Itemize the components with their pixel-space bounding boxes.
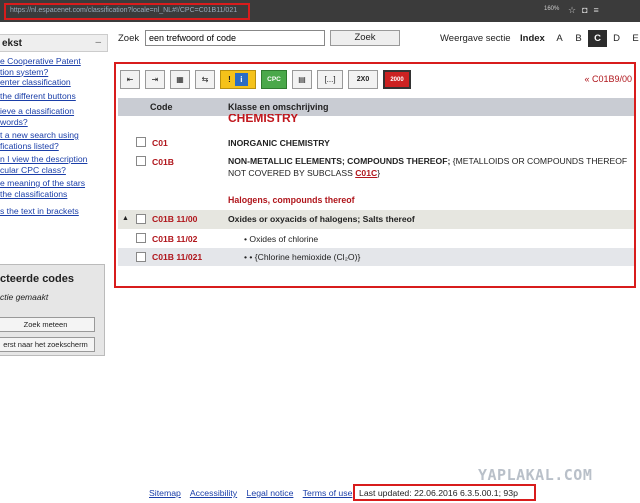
tree-icon: ▦ bbox=[176, 75, 184, 84]
row-checkbox[interactable] bbox=[136, 156, 146, 166]
help-link-new-search[interactable]: t a new search using fications listed? bbox=[0, 130, 108, 151]
browser-toolbar: https://nl.espacenet.com/classification?… bbox=[0, 0, 640, 22]
menu-icon[interactable]: ≡ bbox=[594, 5, 605, 15]
watermark: YAPLAKAL.COM bbox=[478, 466, 593, 484]
footer-links: Sitemap Accessibility Legal notice Terms… bbox=[149, 488, 359, 498]
arrow-left-icon: ⇤ bbox=[126, 75, 134, 84]
class-code[interactable]: C01B 11/021 bbox=[152, 252, 202, 262]
last-updated-info: Last updated: 22.06.2016 6.3.5.00.1; 93p bbox=[353, 484, 536, 501]
section-letter-e[interactable]: E bbox=[626, 30, 640, 47]
search-bar: Zoek Zoek Weergave sectie Index A B C D … bbox=[118, 30, 640, 48]
selected-codes-status: ctie gemaakt bbox=[0, 292, 49, 302]
help-link-brackets[interactable]: s the text in brackets bbox=[0, 206, 108, 217]
class-description: • Oxides of chlorine bbox=[244, 234, 319, 244]
group-title: Halogens, compounds thereof bbox=[228, 195, 355, 205]
index-link[interactable]: Index bbox=[520, 33, 545, 44]
row-checkbox[interactable] bbox=[136, 252, 146, 262]
parent-class-link[interactable]: « C01B9/00 bbox=[584, 74, 632, 84]
row-checkbox[interactable] bbox=[136, 233, 146, 243]
class-description-main: NON-METALLIC ELEMENTS; COMPOUNDS THEREOF… bbox=[228, 156, 451, 166]
table-row: C01B 11/021 • • {Chlorine hemioxide (Cl₂… bbox=[118, 248, 634, 266]
class-code[interactable]: C01 bbox=[152, 138, 168, 148]
star-icon[interactable]: ☆ bbox=[568, 5, 582, 15]
help-link-buttons[interactable]: the different buttons bbox=[0, 91, 108, 102]
section-title-partial: CHEMISTRY bbox=[228, 114, 299, 122]
swap-view-button[interactable]: ⇆ bbox=[195, 70, 215, 89]
search-now-button[interactable]: Zoek meteen bbox=[0, 317, 95, 332]
class-description: NON-METALLIC ELEMENTS; COMPOUNDS THEREOF… bbox=[228, 155, 628, 179]
shield-icon[interactable]: ◘ bbox=[582, 5, 593, 15]
row-checkbox[interactable] bbox=[136, 214, 146, 224]
class-description: INORGANIC CHEMISTRY bbox=[228, 138, 330, 148]
help-link-description[interactable]: n I view the description cular CPC class… bbox=[0, 154, 108, 175]
2000-button[interactable]: 2000 bbox=[383, 70, 411, 89]
search-label: Zoek bbox=[118, 33, 140, 44]
table-row: C01B NON-METALLIC ELEMENTS; COMPOUNDS TH… bbox=[118, 154, 634, 184]
table-header: Code Klasse en omschrijving bbox=[118, 98, 634, 116]
browser-icons: ☆◘≡ bbox=[568, 5, 605, 16]
collapse-all-button[interactable]: ⇤ bbox=[120, 70, 140, 89]
table-row: ▲ C01B 11/00 Oxides or oxyacids of halog… bbox=[118, 210, 634, 229]
sitemap-link[interactable]: Sitemap bbox=[149, 488, 181, 498]
section-view-label: Weergave sectie bbox=[440, 33, 511, 44]
subclass-reference-link[interactable]: C01C bbox=[355, 168, 377, 178]
zoom-level[interactable]: 160% bbox=[544, 6, 559, 12]
help-panel-title: ekst bbox=[2, 38, 23, 49]
class-code[interactable]: C01B bbox=[152, 157, 174, 167]
terms-of-use-link[interactable]: Terms of use bbox=[303, 488, 353, 498]
class-description: • • {Chlorine hemioxide (Cl₂O)} bbox=[244, 252, 361, 262]
calculator-button[interactable]: ▤ bbox=[292, 70, 312, 89]
grid-icon: ▤ bbox=[298, 75, 306, 84]
copy-to-search-button[interactable]: erst naar het zoekscherm bbox=[0, 337, 95, 352]
selected-codes-title: cteerde codes bbox=[0, 273, 74, 285]
section-letters: A B C D E bbox=[550, 30, 640, 47]
table-row: C01B 11/02 • Oxides of chlorine bbox=[118, 230, 634, 247]
warning-icon: ! bbox=[228, 75, 231, 84]
code-column-header: Code bbox=[150, 102, 173, 112]
info-icon: i bbox=[234, 73, 248, 86]
accessibility-link[interactable]: Accessibility bbox=[190, 488, 237, 498]
notes-button[interactable]: ! i bbox=[220, 70, 256, 89]
table-row: C01 INORGANIC CHEMISTRY bbox=[118, 135, 634, 151]
brackets-button[interactable]: [...] bbox=[317, 70, 343, 89]
cpc-button[interactable]: CPC bbox=[261, 70, 287, 89]
expand-all-button[interactable]: ⇥ bbox=[145, 70, 165, 89]
tree-view-button[interactable]: ▦ bbox=[170, 70, 190, 89]
expand-triangle-icon[interactable]: ▲ bbox=[122, 215, 129, 222]
selected-codes-box: cteerde codes ctie gemaakt Zoek meteen e… bbox=[0, 264, 105, 356]
legal-notice-link[interactable]: Legal notice bbox=[247, 488, 294, 498]
section-letter-a[interactable]: A bbox=[550, 30, 569, 47]
classification-toolbar: ⇤ ⇥ ▦ ⇆ ! i CPC ▤ [...] 2X0 2000 bbox=[120, 70, 416, 90]
section-letter-b[interactable]: B bbox=[569, 30, 588, 47]
description-column-header: Klasse en omschrijving bbox=[228, 102, 329, 112]
help-link-stars[interactable]: e meaning of the stars the classificatio… bbox=[0, 178, 108, 199]
swap-icon: ⇆ bbox=[201, 75, 209, 84]
address-bar[interactable]: https://nl.espacenet.com/classification?… bbox=[4, 3, 250, 20]
class-description: Oxides or oxyacids of halogens; Salts th… bbox=[228, 214, 415, 224]
help-panel-header: ekst – bbox=[0, 34, 108, 52]
section-letter-d[interactable]: D bbox=[607, 30, 626, 47]
classification-panel: ⇤ ⇥ ▦ ⇆ ! i CPC ▤ [...] 2X0 2000 « C01B9… bbox=[114, 62, 636, 288]
help-link-retrieve-classification[interactable]: ieve a classification words? bbox=[0, 106, 108, 127]
class-description-close: } bbox=[377, 168, 381, 178]
2x0-button[interactable]: 2X0 bbox=[348, 70, 378, 89]
class-code[interactable]: C01B 11/02 bbox=[152, 234, 197, 244]
sidebar: ekst – e Cooperative Patent tion system?… bbox=[0, 34, 108, 220]
help-link-cooperative-patent[interactable]: e Cooperative Patent tion system? enter … bbox=[0, 56, 108, 88]
help-links: e Cooperative Patent tion system? enter … bbox=[0, 52, 108, 217]
search-input[interactable] bbox=[145, 30, 325, 46]
search-button[interactable]: Zoek bbox=[330, 30, 400, 46]
section-letter-c[interactable]: C bbox=[588, 30, 607, 47]
collapse-icon[interactable]: – bbox=[95, 37, 101, 48]
arrow-right-icon: ⇥ bbox=[151, 75, 159, 84]
class-code[interactable]: C01B 11/00 bbox=[152, 214, 197, 224]
row-checkbox[interactable] bbox=[136, 137, 146, 147]
